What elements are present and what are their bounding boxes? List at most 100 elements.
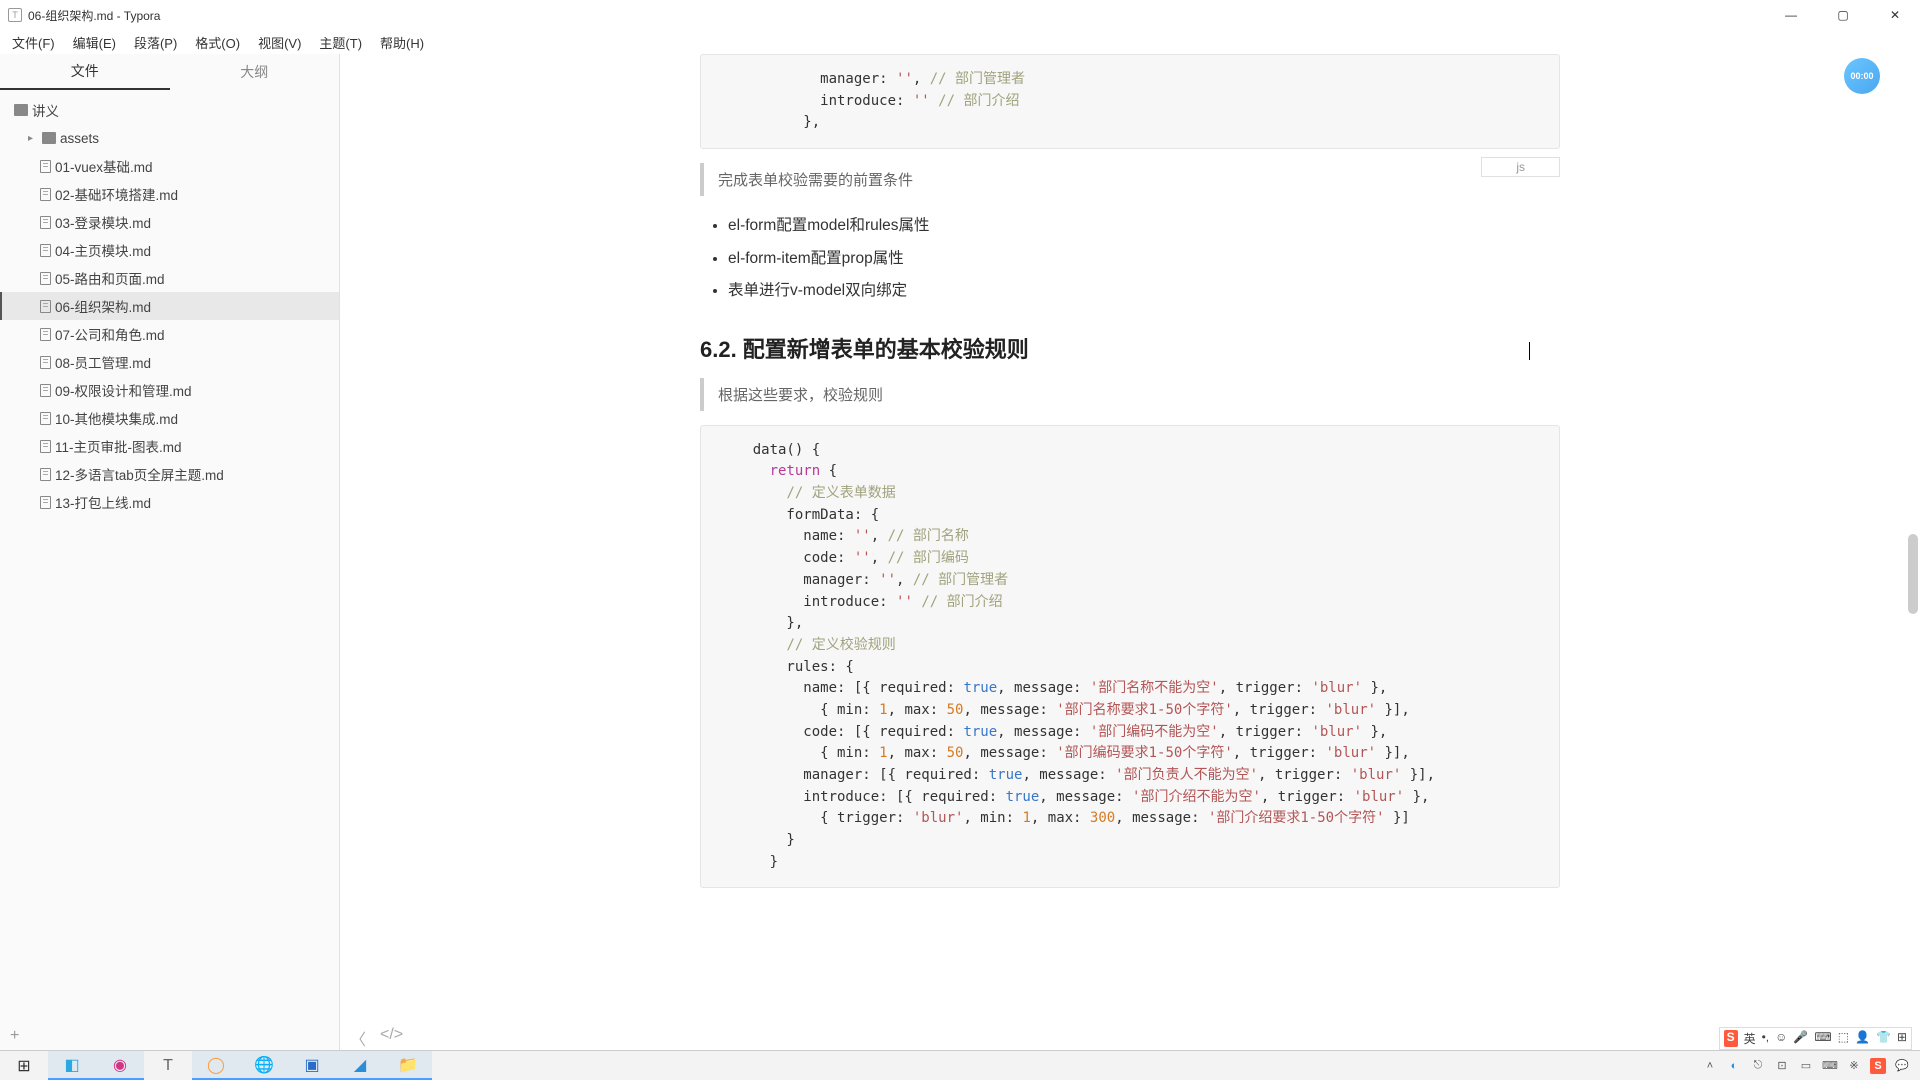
ime-emoji-icon[interactable]: ☺ [1775, 1030, 1787, 1047]
ime-pad-icon[interactable]: ⬚ [1838, 1030, 1849, 1047]
tree-file[interactable]: 10-其他模块集成.md [0, 404, 339, 432]
blockquote[interactable]: 根据这些要求，校验规则 [700, 378, 1560, 411]
ime-keyboard-icon[interactable]: ⌨ [1814, 1030, 1831, 1047]
menu-edit[interactable]: 编辑(E) [67, 31, 122, 54]
taskbar-app-powershell[interactable]: ▣ [288, 1051, 336, 1080]
titlebar: T 06-组织架构.md - Typora — ▢ ✕ [0, 0, 1920, 30]
ime-toolbar[interactable]: S 英 •, ☺ 🎤 ⌨ ⬚ 👤 👕 ⊞ [1719, 1027, 1912, 1050]
file-icon [40, 328, 51, 341]
taskbar-app-typora[interactable]: T [144, 1051, 192, 1080]
tree-file[interactable]: 11-主页审批-图表.md [0, 432, 339, 460]
bottom-nav: 〈 </> [350, 1026, 403, 1050]
section-heading[interactable]: 6.2. 配置新增表单的基本校验规则 [700, 332, 1560, 364]
text-cursor [1529, 342, 1530, 360]
menu-paragraph[interactable]: 段落(P) [128, 31, 183, 54]
ime-logo-icon[interactable]: S [1724, 1030, 1738, 1047]
lang-badge: js [1481, 157, 1560, 177]
tree-file[interactable]: 01-vuex基础.md [0, 152, 339, 180]
file-icon [40, 216, 51, 229]
minimize-button[interactable]: — [1774, 5, 1808, 25]
file-icon [40, 160, 51, 173]
ime-punct[interactable]: •, [1762, 1030, 1770, 1047]
start-button[interactable]: ⊞ [0, 1051, 48, 1080]
tree-label: 04-主页模块.md [55, 240, 151, 260]
tree-file[interactable]: 13-打包上线.md [0, 488, 339, 516]
code-block-rules[interactable]: data() { return { // 定义表单数据 formData: { … [700, 425, 1560, 889]
tree-file[interactable]: 09-权限设计和管理.md [0, 376, 339, 404]
menu-file[interactable]: 文件(F) [6, 31, 61, 54]
chevron-right-icon: ▸ [28, 133, 38, 144]
scrollbar-thumb[interactable] [1908, 534, 1918, 614]
editor-content[interactable]: manager: '', // 部门管理者 introduce: '' // 部… [340, 54, 1920, 1050]
sidebar-add-button[interactable]: + [0, 1022, 339, 1050]
menu-view[interactable]: 视图(V) [252, 31, 307, 54]
tree-label: 13-打包上线.md [55, 492, 151, 512]
tray-icon[interactable]: ⎋ [1750, 1058, 1766, 1074]
tree-label: 12-多语言tab页全屏主题.md [55, 464, 224, 484]
tree-label: 01-vuex基础.md [55, 156, 153, 176]
tree-label: 05-路由和页面.md [55, 268, 165, 288]
ime-skin-icon[interactable]: 👕 [1876, 1030, 1891, 1047]
menu-help[interactable]: 帮助(H) [374, 31, 430, 54]
tree-file[interactable]: 04-主页模块.md [0, 236, 339, 264]
taskbar-app[interactable]: ◧ [48, 1051, 96, 1080]
tree-label: 11-主页审批-图表.md [55, 436, 182, 456]
maximize-button[interactable]: ▢ [1826, 5, 1860, 25]
tray-icon[interactable]: ⊡ [1774, 1058, 1790, 1074]
tab-outline[interactable]: 大纲 [170, 54, 340, 90]
tray-icon[interactable]: ◐ [1726, 1058, 1742, 1074]
file-tree: 讲义 ▸ assets 01-vuex基础.md 02-基础环境搭建.md 03-登… [0, 90, 339, 1022]
tree-label: assets [60, 131, 99, 146]
timer-badge[interactable]: 00:00 [1844, 58, 1880, 94]
tree-file[interactable]: 05-路由和页面.md [0, 264, 339, 292]
tree-file[interactable]: 07-公司和角色.md [0, 320, 339, 348]
file-icon [40, 440, 51, 453]
tree-file[interactable]: 12-多语言tab页全屏主题.md [0, 460, 339, 488]
list-item[interactable]: 表单进行v-model双向绑定 [728, 275, 1560, 308]
tree-file[interactable]: 03-登录模块.md [0, 208, 339, 236]
tray-sogou-icon[interactable]: S [1870, 1058, 1886, 1074]
taskbar-app-explorer[interactable]: 📁 [384, 1051, 432, 1080]
list-item[interactable]: el-form配置model和rules属性 [728, 210, 1560, 243]
app-icon: T [8, 8, 22, 22]
folder-icon [14, 104, 28, 116]
source-mode-button[interactable]: </> [380, 1026, 403, 1050]
tree-folder[interactable]: ▸ assets [0, 124, 339, 152]
ime-voice-icon[interactable]: 🎤 [1793, 1030, 1808, 1047]
taskbar-app[interactable]: ◉ [96, 1051, 144, 1080]
tray-expand-icon[interactable]: ˄ [1702, 1058, 1718, 1074]
blockquote[interactable]: 完成表单校验需要的前置条件 [700, 163, 1560, 196]
list-item[interactable]: el-form-item配置prop属性 [728, 243, 1560, 276]
ime-user-icon[interactable]: 👤 [1855, 1030, 1870, 1047]
tab-files[interactable]: 文件 [0, 54, 170, 90]
file-icon [40, 468, 51, 481]
tray-battery-icon[interactable]: ▭ [1798, 1058, 1814, 1074]
file-icon [40, 244, 51, 257]
ime-lang[interactable]: 英 [1744, 1030, 1756, 1047]
file-icon [40, 356, 51, 369]
tree-label: 02-基础环境搭建.md [55, 184, 178, 204]
menu-theme[interactable]: 主题(T) [313, 31, 368, 54]
menu-format[interactable]: 格式(O) [189, 31, 246, 54]
code-block-top[interactable]: manager: '', // 部门管理者 introduce: '' // 部… [700, 54, 1560, 149]
tray-icon[interactable]: ※ [1846, 1058, 1862, 1074]
back-button[interactable]: 〈 [350, 1026, 366, 1050]
tree-file[interactable]: 08-员工管理.md [0, 348, 339, 376]
file-icon [40, 412, 51, 425]
close-button[interactable]: ✕ [1878, 5, 1912, 25]
tree-root[interactable]: 讲义 [0, 96, 339, 124]
taskbar-app-chrome[interactable]: 🌐 [240, 1051, 288, 1080]
tree-file[interactable]: 06-组织架构.md [0, 292, 339, 320]
folder-icon [42, 132, 56, 144]
tray-notification-icon[interactable]: 💬 [1894, 1058, 1910, 1074]
file-icon [40, 188, 51, 201]
taskbar-app[interactable]: ◯ [192, 1051, 240, 1080]
tree-file[interactable]: 02-基础环境搭建.md [0, 180, 339, 208]
taskbar-app-vscode[interactable]: ◢ [336, 1051, 384, 1080]
tray-keyboard-icon[interactable]: ⌨ [1822, 1058, 1838, 1074]
taskbar: ⊞ ◧ ◉ T ◯ 🌐 ▣ ◢ 📁 ˄ ◐ ⎋ ⊡ ▭ ⌨ ※ S 💬 [0, 1050, 1920, 1080]
ime-tool-icon[interactable]: ⊞ [1897, 1030, 1907, 1047]
bullet-list[interactable]: el-form配置model和rules属性 el-form-item配置pro… [700, 210, 1560, 308]
tree-label: 07-公司和角色.md [55, 324, 165, 344]
file-icon [40, 272, 51, 285]
